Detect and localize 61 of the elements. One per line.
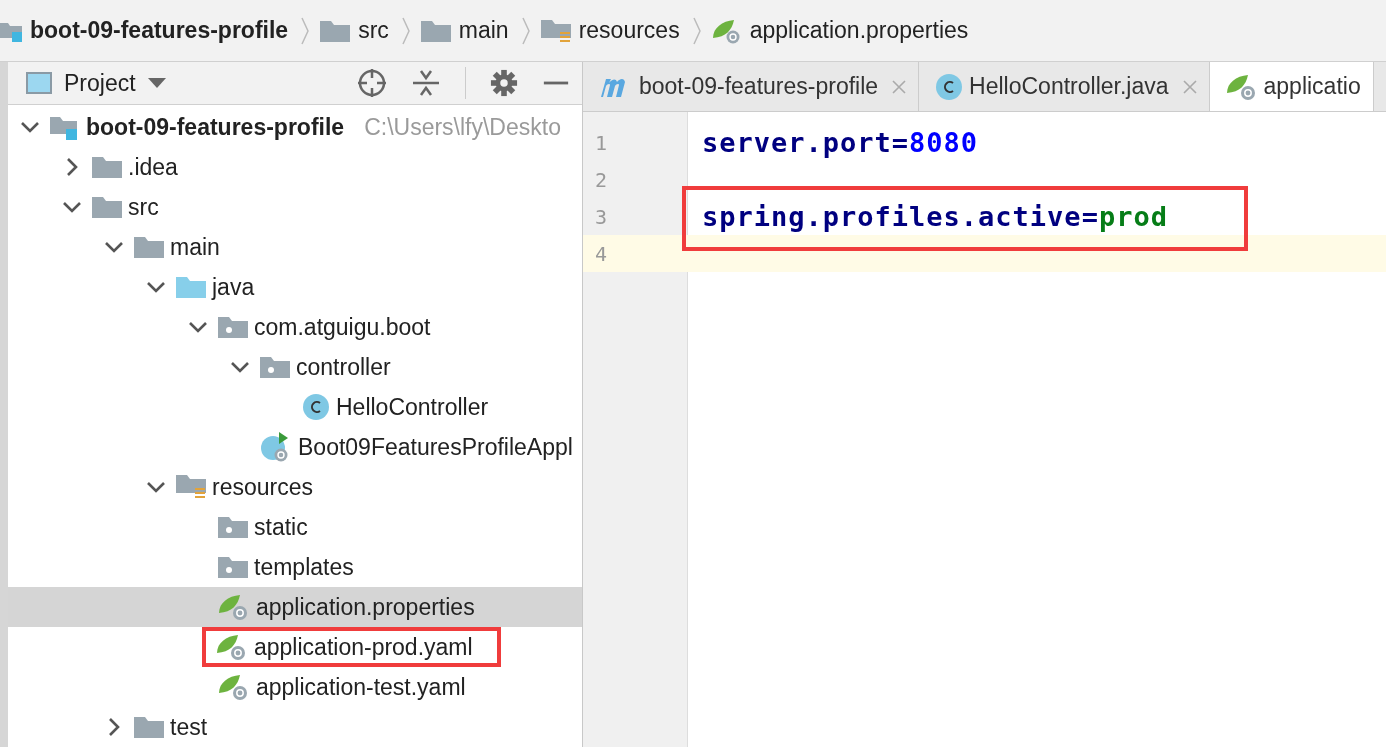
highlighted-tree-item[interactable]: application-prod.yaml bbox=[206, 631, 497, 663]
tree-item[interactable]: templates bbox=[218, 551, 360, 583]
package-folder-icon bbox=[260, 356, 290, 378]
tree-item[interactable]: resources bbox=[176, 471, 319, 503]
project-path: C:\Users\lfy\Deskto bbox=[364, 113, 561, 141]
tree-item[interactable]: java bbox=[176, 271, 261, 303]
tree-item[interactable]: controller bbox=[260, 351, 397, 383]
tree-item[interactable]: main bbox=[134, 231, 226, 263]
folder-icon bbox=[320, 19, 351, 42]
tree-item[interactable]: static bbox=[218, 511, 314, 543]
code-line: spring.profiles.active=prod bbox=[702, 201, 1168, 232]
resource-folder-icon bbox=[540, 18, 571, 43]
line-number: 1 bbox=[595, 130, 608, 155]
folder-icon bbox=[134, 716, 164, 738]
tree-item[interactable]: HelloController bbox=[302, 391, 495, 423]
line-number: 2 bbox=[595, 167, 608, 192]
spring-leaf-icon bbox=[1225, 72, 1258, 101]
spring-leaf-icon bbox=[218, 593, 250, 621]
collapse-all-icon[interactable] bbox=[411, 68, 441, 98]
folder-icon bbox=[176, 276, 206, 298]
folder-icon bbox=[134, 236, 164, 258]
chevron-separator-icon bbox=[300, 15, 311, 46]
line-number: 3 bbox=[595, 204, 608, 229]
package-folder-icon bbox=[218, 516, 248, 538]
locate-icon[interactable] bbox=[357, 68, 387, 98]
code-line: server.port=8080 bbox=[702, 127, 979, 158]
folder-icon bbox=[420, 19, 451, 42]
tree-item[interactable]: .idea bbox=[92, 151, 184, 183]
editor-tab[interactable]: HelloController.java bbox=[919, 62, 1210, 111]
spring-leaf-icon bbox=[218, 673, 250, 701]
breadcrumb[interactable]: boot-09-features-profile bbox=[0, 17, 299, 44]
tree-item[interactable]: src bbox=[92, 191, 165, 223]
caret-down-icon bbox=[147, 78, 166, 88]
chevron-separator-icon bbox=[691, 15, 702, 46]
tree-item[interactable]: boot-09-features-profile bbox=[50, 111, 351, 143]
spring-leaf-icon bbox=[711, 17, 742, 44]
breadcrumb[interactable]: main bbox=[412, 17, 519, 44]
window-icon bbox=[26, 71, 52, 95]
breadcrumb[interactable]: resources bbox=[532, 17, 690, 44]
editor-tab[interactable]: applicatio bbox=[1209, 62, 1374, 111]
chevron-separator-icon bbox=[400, 15, 411, 46]
resource-folder-icon bbox=[176, 474, 206, 500]
folder-icon bbox=[92, 196, 122, 218]
breadcrumb[interactable]: application.properties bbox=[703, 17, 979, 44]
class-icon bbox=[935, 72, 964, 101]
class-icon bbox=[302, 393, 330, 421]
tree-item[interactable]: com.atguigu.boot bbox=[218, 311, 437, 343]
spring-leaf-icon bbox=[216, 633, 248, 661]
chevron-separator-icon bbox=[520, 15, 531, 46]
editor-tab[interactable]: boot-09-features-profile bbox=[583, 62, 920, 111]
tree-item[interactable]: application-test.yaml bbox=[218, 671, 472, 703]
module-icon bbox=[50, 114, 80, 140]
breadcrumb[interactable]: src bbox=[312, 17, 399, 44]
package-folder-icon bbox=[218, 316, 248, 338]
project-view-dropdown[interactable]: Project bbox=[26, 69, 166, 97]
package-folder-icon bbox=[218, 556, 248, 578]
folder-icon bbox=[92, 156, 122, 178]
tree-item[interactable]: test bbox=[134, 711, 214, 743]
tree-item[interactable]: Boot09FeaturesProfileAppl bbox=[260, 429, 579, 465]
scrollbar[interactable] bbox=[0, 62, 8, 747]
line-number: 4 bbox=[595, 241, 608, 266]
